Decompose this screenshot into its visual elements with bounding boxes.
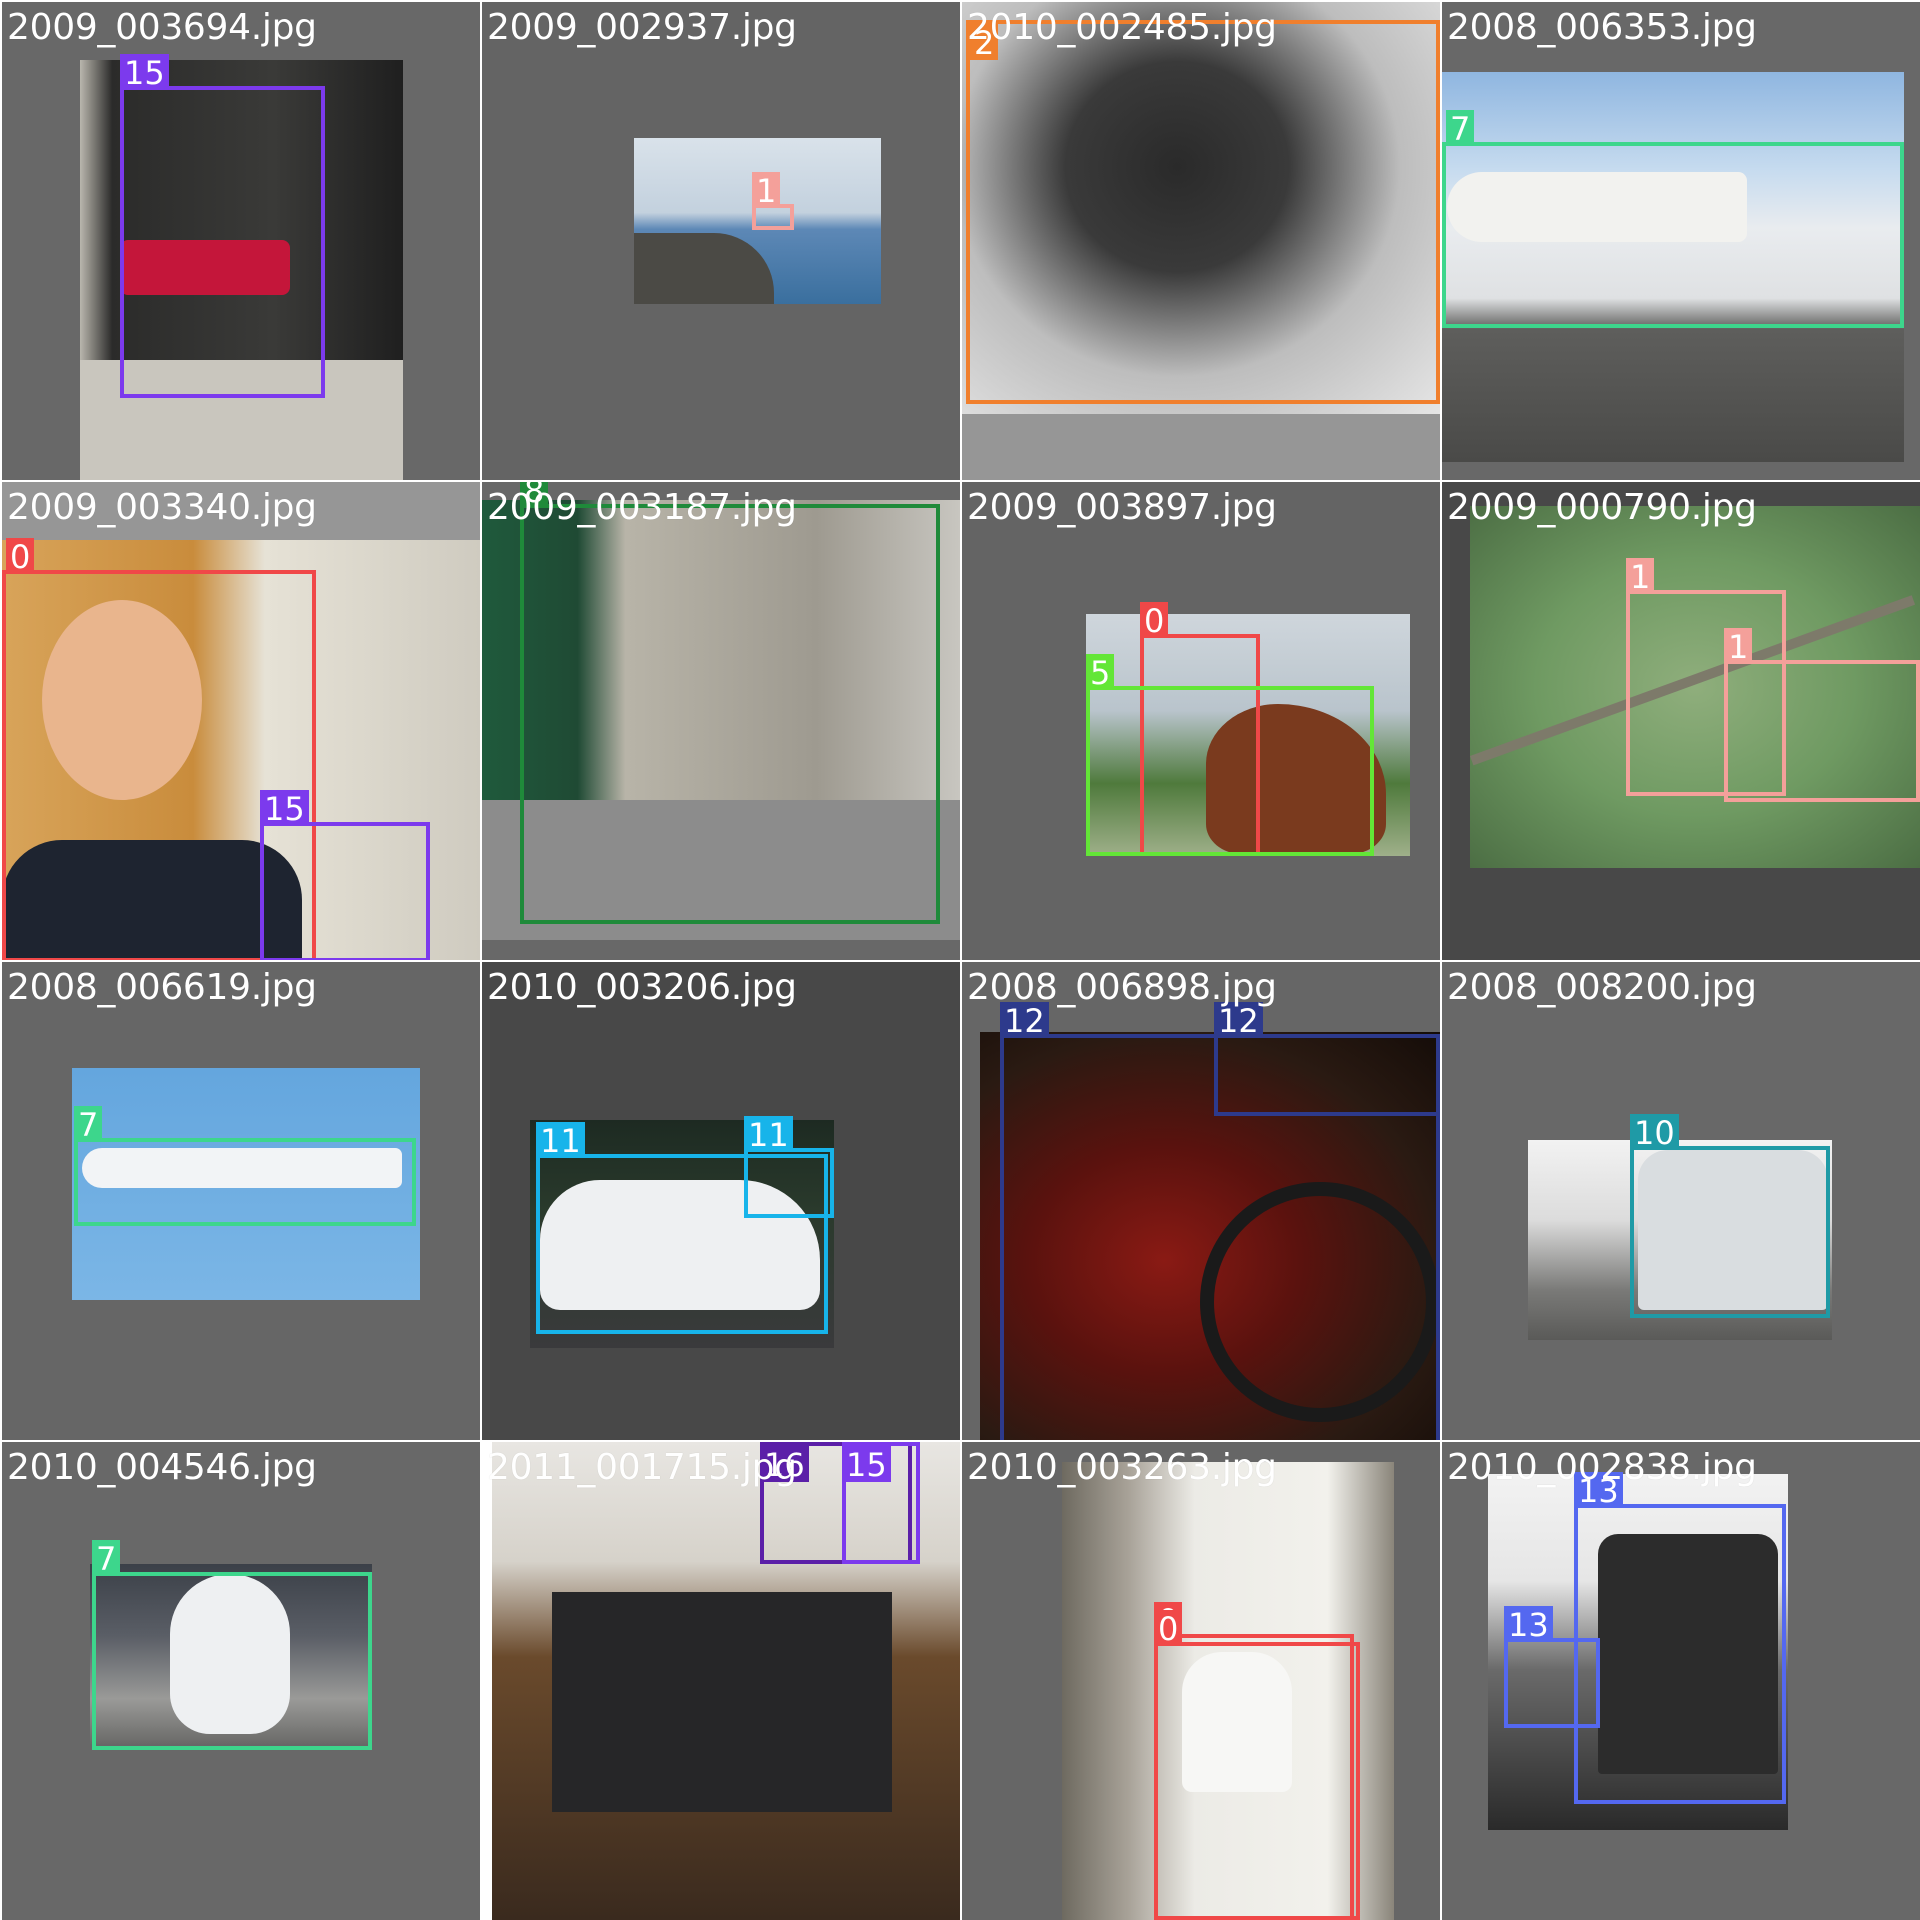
- bbox: 15: [120, 54, 325, 398]
- bbox: 15: [260, 790, 430, 960]
- tile-filename: 2009_003187.jpg: [487, 487, 797, 528]
- tile-filename: 2009_002937.jpg: [487, 7, 797, 48]
- tile-2010-004546: 2010_004546.jpg 7: [2, 1442, 480, 1920]
- bbox: 2: [966, 20, 1440, 404]
- bbox-label: 0: [1154, 1610, 1183, 1648]
- tile-2009-002937: 2009_002937.jpg 1: [482, 2, 960, 480]
- tile-filename: 2010_003206.jpg: [487, 967, 797, 1008]
- tile-filename: 2008_006353.jpg: [1447, 7, 1757, 48]
- tile-filename: 2008_006619.jpg: [7, 967, 317, 1008]
- tile-filename: 2009_003897.jpg: [967, 487, 1277, 528]
- bbox: 1: [1724, 628, 1920, 802]
- bbox: 7: [92, 1540, 372, 1750]
- tile-2010-003263: 2010_003263.jpg 0 0: [962, 1442, 1440, 1920]
- bbox-label: 15: [842, 1446, 891, 1484]
- bbox-label: 5: [1086, 654, 1115, 692]
- tile-2009-003694: 2009_003694.jpg 15: [2, 2, 480, 480]
- bbox-label: 11: [744, 1116, 793, 1154]
- bbox-label: 7: [74, 1106, 103, 1144]
- bbox-label: 1: [1626, 558, 1655, 596]
- bbox: 1: [752, 172, 794, 230]
- bbox: 12: [1214, 1002, 1440, 1116]
- bbox: 11: [744, 1116, 834, 1218]
- tile-filename: 2009_000790.jpg: [1447, 487, 1757, 528]
- tile-filename: 2008_006898.jpg: [967, 967, 1277, 1008]
- bbox-label: 0: [6, 538, 35, 576]
- tile-2009-000790: 2009_000790.jpg 1 1: [1442, 482, 1920, 960]
- bbox-label: 1: [1724, 628, 1753, 666]
- bbox-label: 11: [536, 1122, 585, 1160]
- mixing-console: [552, 1592, 892, 1812]
- tile-2008-006619: 2008_006619.jpg 7: [2, 962, 480, 1440]
- tile-filename: 2011_001715.jpg: [487, 1447, 797, 1488]
- tile-2008-006353: 2008_006353.jpg 7: [1442, 2, 1920, 480]
- tile-filename: 2010_002838.jpg: [1447, 1447, 1757, 1488]
- bbox: 15: [842, 1442, 920, 1564]
- bbox: 0: [1154, 1610, 1360, 1920]
- bbox-label: 7: [1446, 110, 1475, 148]
- tile-2009-003897: 2009_003897.jpg 0 5: [962, 482, 1440, 960]
- tile-2010-003206: 2010_003206.jpg 11 11: [482, 962, 960, 1440]
- bbox-label: 13: [1504, 1606, 1553, 1644]
- tile-2009-003340: 2009_003340.jpg 0 15: [2, 482, 480, 960]
- tile-2011-001715: 2011_001715.jpg 16 15: [482, 1442, 960, 1920]
- bbox-label: 10: [1630, 1114, 1679, 1152]
- tile-2009-003187: 2009_003187.jpg 8: [482, 482, 960, 960]
- mosaic-grid: 2009_003694.jpg 15 2009_002937.jpg 1 201…: [0, 0, 1920, 1920]
- tile-2008-008200: 2008_008200.jpg 10: [1442, 962, 1920, 1440]
- bbox-label: 0: [1140, 602, 1169, 640]
- tile-filename: 2008_008200.jpg: [1447, 967, 1757, 1008]
- bbox-label: 7: [92, 1540, 121, 1578]
- tile-filename: 2010_004546.jpg: [7, 1447, 317, 1488]
- rock: [634, 233, 774, 304]
- tile-2008-006898: 2008_006898.jpg 12 12: [962, 962, 1440, 1440]
- bbox: 7: [1442, 110, 1904, 328]
- bbox: 8: [520, 482, 940, 924]
- bbox: 10: [1630, 1114, 1830, 1318]
- bbox: 13: [1574, 1472, 1786, 1804]
- tile-filename: 2010_003263.jpg: [967, 1447, 1277, 1488]
- tile-filename: 2010_002485.jpg: [967, 7, 1277, 48]
- tile-filename: 2009_003340.jpg: [7, 487, 317, 528]
- tile-2010-002838: 2010_002838.jpg 13 13: [1442, 1442, 1920, 1920]
- bbox: 13: [1504, 1606, 1600, 1728]
- bbox-label: 15: [260, 790, 309, 828]
- tile-2010-002485: 2010_002485.jpg 2: [962, 2, 1440, 480]
- tile-filename: 2009_003694.jpg: [7, 7, 317, 48]
- bbox: 5: [1086, 654, 1374, 856]
- bbox-label: 15: [120, 54, 169, 92]
- bbox-label: 1: [752, 172, 781, 210]
- bbox: 7: [74, 1106, 416, 1226]
